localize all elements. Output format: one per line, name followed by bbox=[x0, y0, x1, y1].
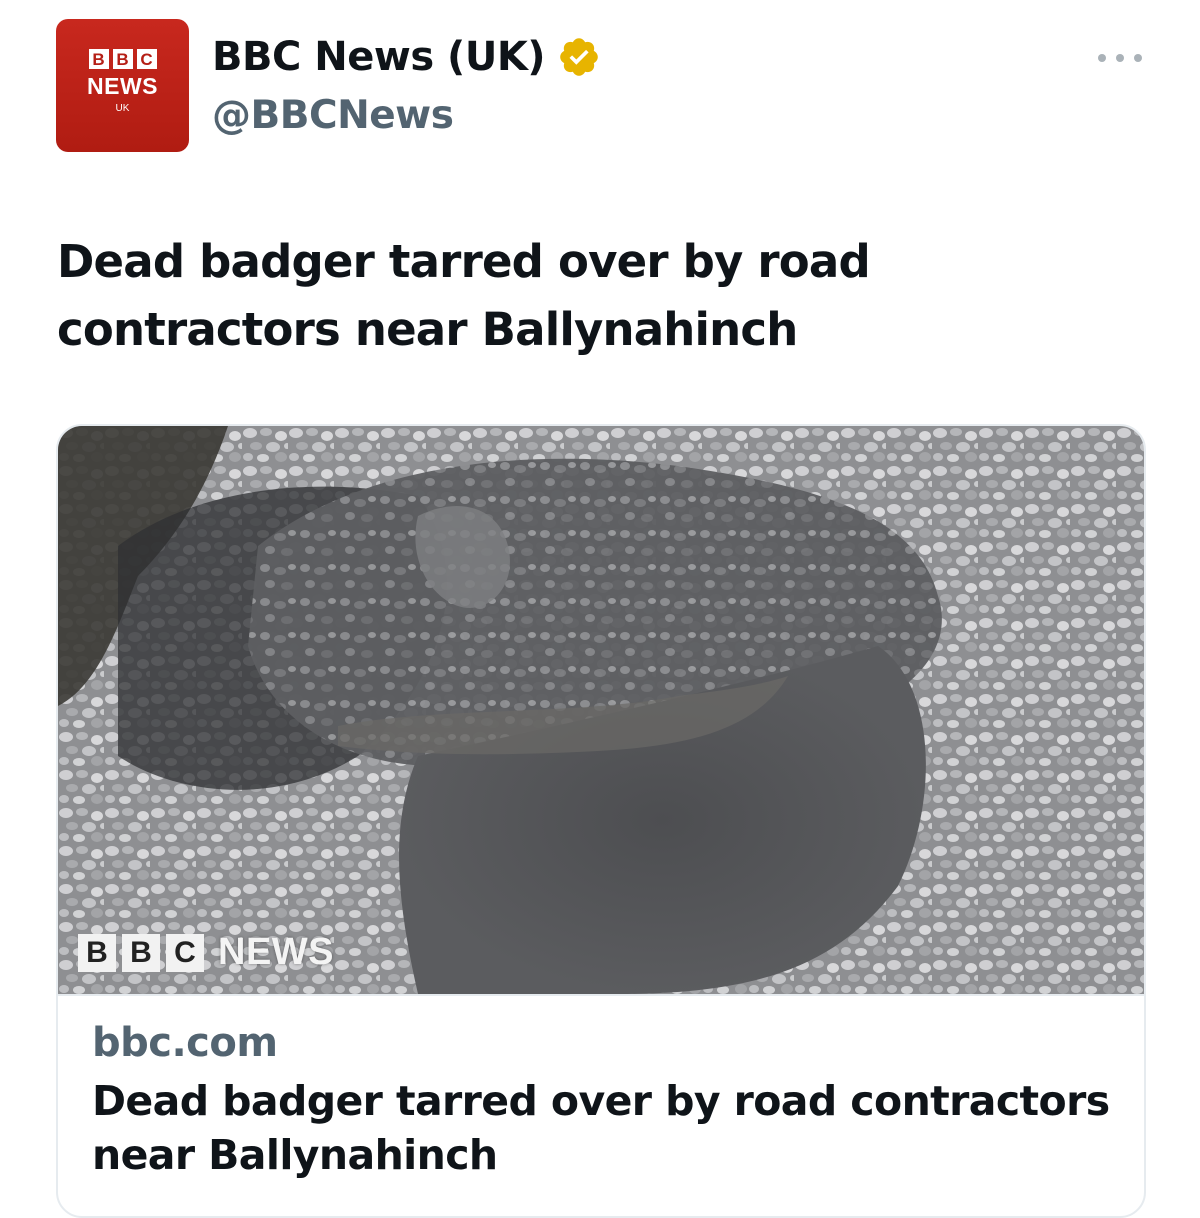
avatar-region-label: UK bbox=[115, 103, 130, 114]
more-options-icon[interactable] bbox=[1098, 48, 1142, 68]
watermark-news-label: NEWS bbox=[218, 931, 334, 973]
more-dot bbox=[1116, 54, 1124, 62]
link-preview-card[interactable]: B B C NEWS bbc.com Dead badger tarred ov… bbox=[56, 424, 1146, 1218]
watermark-block: B bbox=[78, 933, 116, 972]
display-name-text: BBC News (UK) bbox=[212, 34, 546, 80]
bbc-news-watermark: B B C NEWS bbox=[78, 931, 334, 974]
watermark-block: B bbox=[122, 933, 160, 972]
bbc-logo-blocks: B B C bbox=[88, 49, 157, 69]
card-divider bbox=[58, 994, 1144, 996]
tweet-text: Dead badger tarred over by road contract… bbox=[57, 235, 871, 356]
bbc-logo-block: B bbox=[88, 49, 109, 69]
card-image[interactable] bbox=[58, 426, 1144, 994]
card-title[interactable]: Dead badger tarred over by road contract… bbox=[92, 1074, 1122, 1182]
bbc-logo-block: C bbox=[136, 49, 157, 69]
bbc-logo-block: B bbox=[112, 49, 133, 69]
verified-badge-icon[interactable] bbox=[557, 35, 601, 79]
avatar-news-label: NEWS bbox=[87, 73, 158, 99]
author-display-name[interactable]: BBC News (UK) bbox=[212, 34, 601, 80]
card-domain: bbc.com bbox=[92, 1020, 278, 1066]
author-handle[interactable]: @BBCNews bbox=[212, 93, 454, 138]
more-dot bbox=[1098, 54, 1106, 62]
more-dot bbox=[1134, 54, 1142, 62]
watermark-block: C bbox=[166, 933, 204, 972]
author-avatar[interactable]: B B C NEWS UK bbox=[56, 19, 189, 152]
